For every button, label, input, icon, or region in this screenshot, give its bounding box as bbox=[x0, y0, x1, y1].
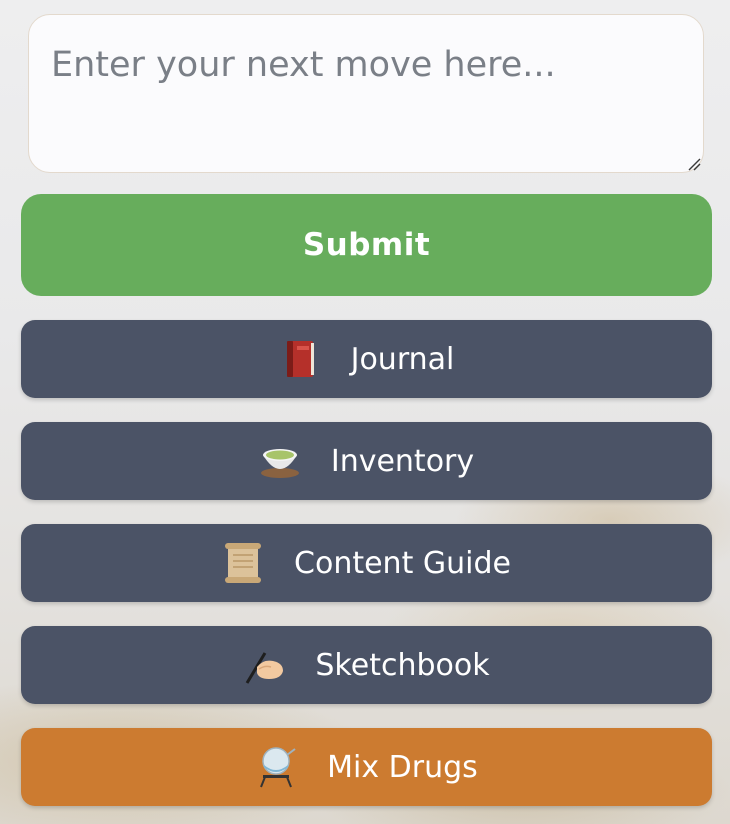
journal-button[interactable]: Journal bbox=[21, 320, 712, 398]
submit-button[interactable]: Submit bbox=[21, 194, 712, 296]
inventory-button[interactable]: Inventory bbox=[21, 422, 712, 500]
writing-hand-icon bbox=[243, 643, 285, 687]
mix-drugs-button-label: Mix Drugs bbox=[327, 749, 478, 785]
mix-drugs-button[interactable]: Mix Drugs bbox=[21, 728, 712, 806]
resize-grip-icon[interactable] bbox=[687, 157, 701, 171]
alembic-icon bbox=[255, 745, 297, 789]
scroll-icon bbox=[222, 541, 264, 585]
sketchbook-button[interactable]: Sketchbook bbox=[21, 626, 712, 704]
content-guide-button[interactable]: Content Guide bbox=[21, 524, 712, 602]
content-guide-button-label: Content Guide bbox=[294, 545, 511, 581]
submit-button-label: Submit bbox=[302, 227, 431, 263]
sketchbook-button-label: Sketchbook bbox=[315, 647, 490, 683]
move-input[interactable] bbox=[28, 14, 704, 173]
tea-bowl-icon bbox=[259, 439, 301, 483]
red-book-icon bbox=[279, 337, 321, 381]
journal-button-label: Journal bbox=[350, 341, 455, 377]
inventory-button-label: Inventory bbox=[330, 443, 475, 479]
